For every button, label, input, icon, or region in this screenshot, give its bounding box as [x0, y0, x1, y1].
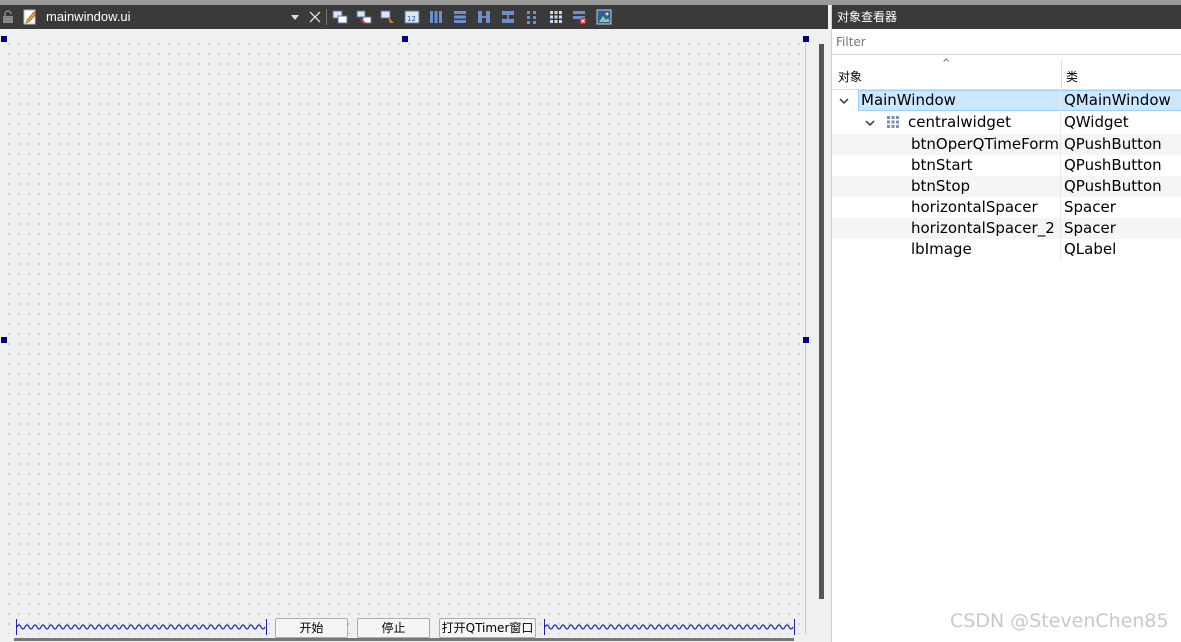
column-divider	[1060, 112, 1061, 133]
tree-row-name: horizontalSpacer_2	[911, 219, 1055, 237]
horizontal-spacer-2[interactable]	[544, 619, 795, 635]
chevron-down-icon[interactable]	[864, 117, 876, 129]
editor-tab-toolbar: mainwindow.ui 12	[0, 5, 828, 29]
layout-vertical-splitter-icon[interactable]	[500, 9, 516, 25]
tree-row-class: Spacer	[1064, 198, 1116, 216]
column-divider	[1060, 155, 1061, 176]
designer-canvas: 开始 停止 打开QTimer窗口	[0, 29, 828, 642]
object-inspector-title: 对象查看器	[832, 5, 1181, 29]
resize-handle-left[interactable]	[1, 337, 7, 343]
tree-header: ^ 对象 类	[832, 58, 1181, 90]
tree-row-name: btnOperQTimeForm	[911, 135, 1059, 153]
filter-field[interactable]	[832, 29, 1181, 55]
tree-row-btnstart[interactable]: btnStart QPushButton	[832, 155, 1181, 176]
watermark-text: CSDN @StevenChen85	[950, 610, 1169, 632]
column-divider	[1060, 90, 1061, 111]
open-qtimer-window-button[interactable]: 打开QTimer窗口	[439, 618, 536, 638]
tree-row-name: lbImage	[911, 240, 972, 258]
column-divider[interactable]	[1061, 60, 1062, 90]
column-header-object[interactable]: 对象	[838, 68, 862, 85]
tree-row-name: MainWindow	[861, 91, 956, 109]
signals-slots-mode-icon[interactable]	[356, 9, 372, 25]
object-inspector-panel: 对象查看器 ^ 对象 类 MainWindow QMainWindow	[831, 5, 1181, 642]
tree-row-centralwidget[interactable]: centralwidget QWidget	[832, 112, 1181, 133]
tree-row-btnoperqtimeform[interactable]: btnOperQTimeForm QPushButton	[832, 134, 1181, 155]
tree-row-name: btnStart	[911, 156, 973, 174]
column-divider	[1060, 134, 1061, 155]
tree-row-name: btnStop	[911, 177, 971, 195]
chevron-down-icon[interactable]	[838, 95, 850, 107]
resize-handle-top[interactable]	[402, 36, 408, 42]
tree-row-horizontalspacer-2[interactable]: horizontalSpacer_2 Spacer	[832, 218, 1181, 239]
ui-file-icon	[23, 9, 37, 25]
sort-ascending-icon: ^	[942, 58, 951, 69]
tree-row-class: QPushButton	[1064, 177, 1162, 195]
tree-row-horizontalspacer[interactable]: horizontalSpacer Spacer	[832, 197, 1181, 218]
open-file-name[interactable]: mainwindow.ui	[46, 8, 131, 26]
adjust-size-icon[interactable]	[596, 9, 612, 25]
tree-row-lbimage[interactable]: lbImage QLabel	[832, 239, 1181, 260]
column-header-class[interactable]: 类	[1066, 68, 1078, 85]
layout-grid-icon[interactable]	[548, 9, 564, 25]
vertical-scrollbar[interactable]	[819, 44, 824, 599]
horizontal-spacer[interactable]	[16, 619, 267, 635]
main-window-form[interactable]: 开始 停止 打开QTimer窗口	[1, 36, 809, 638]
close-icon[interactable]	[308, 10, 322, 24]
grid-layout-icon	[887, 116, 899, 128]
tree-row-mainwindow[interactable]: MainWindow QMainWindow	[832, 90, 1181, 111]
layout-horizontal-splitter-icon[interactable]	[476, 9, 492, 25]
stop-button[interactable]: 停止	[357, 618, 430, 638]
tree-row-class: Spacer	[1064, 219, 1116, 237]
layout-horizontal-icon[interactable]	[428, 9, 444, 25]
toolbar-separator	[326, 9, 327, 25]
tree-row-class: QLabel	[1064, 240, 1117, 258]
tab-order-mode-icon[interactable]: 12	[404, 9, 420, 25]
filter-input[interactable]	[832, 29, 1181, 54]
resize-handle-right[interactable]	[803, 337, 809, 343]
qt-designer-window: mainwindow.ui 12 开始 停止 打开QTimer窗口 对象查看器 …	[0, 0, 1181, 642]
tree-row-class: QMainWindow	[1064, 91, 1171, 109]
column-divider	[1060, 176, 1061, 197]
column-divider	[1060, 197, 1061, 218]
layout-vertical-icon[interactable]	[452, 9, 468, 25]
tree-row-name: centralwidget	[908, 113, 1011, 131]
tree-row-btnstop[interactable]: btnStop QPushButton	[832, 176, 1181, 197]
tree-row-name: horizontalSpacer	[911, 198, 1038, 216]
tree-row-class: QWidget	[1064, 113, 1129, 131]
column-divider	[1060, 218, 1061, 239]
buddy-mode-icon[interactable]	[380, 9, 396, 25]
resize-handle-top-left[interactable]	[1, 36, 7, 42]
resize-handle-top-right[interactable]	[803, 36, 809, 42]
break-layout-icon[interactable]	[572, 9, 588, 25]
layout-form-icon[interactable]	[524, 9, 540, 25]
horizontal-scrollbar[interactable]	[14, 638, 794, 641]
svg-text:12: 12	[407, 15, 416, 23]
widget-editing-mode-icon[interactable]	[332, 9, 348, 25]
column-divider	[1060, 239, 1061, 260]
lock-icon[interactable]	[2, 10, 14, 24]
tree-row-class: QPushButton	[1064, 156, 1162, 174]
chevron-down-icon[interactable]	[289, 11, 301, 23]
start-button[interactable]: 开始	[275, 618, 348, 638]
tree-row-class: QPushButton	[1064, 135, 1162, 153]
